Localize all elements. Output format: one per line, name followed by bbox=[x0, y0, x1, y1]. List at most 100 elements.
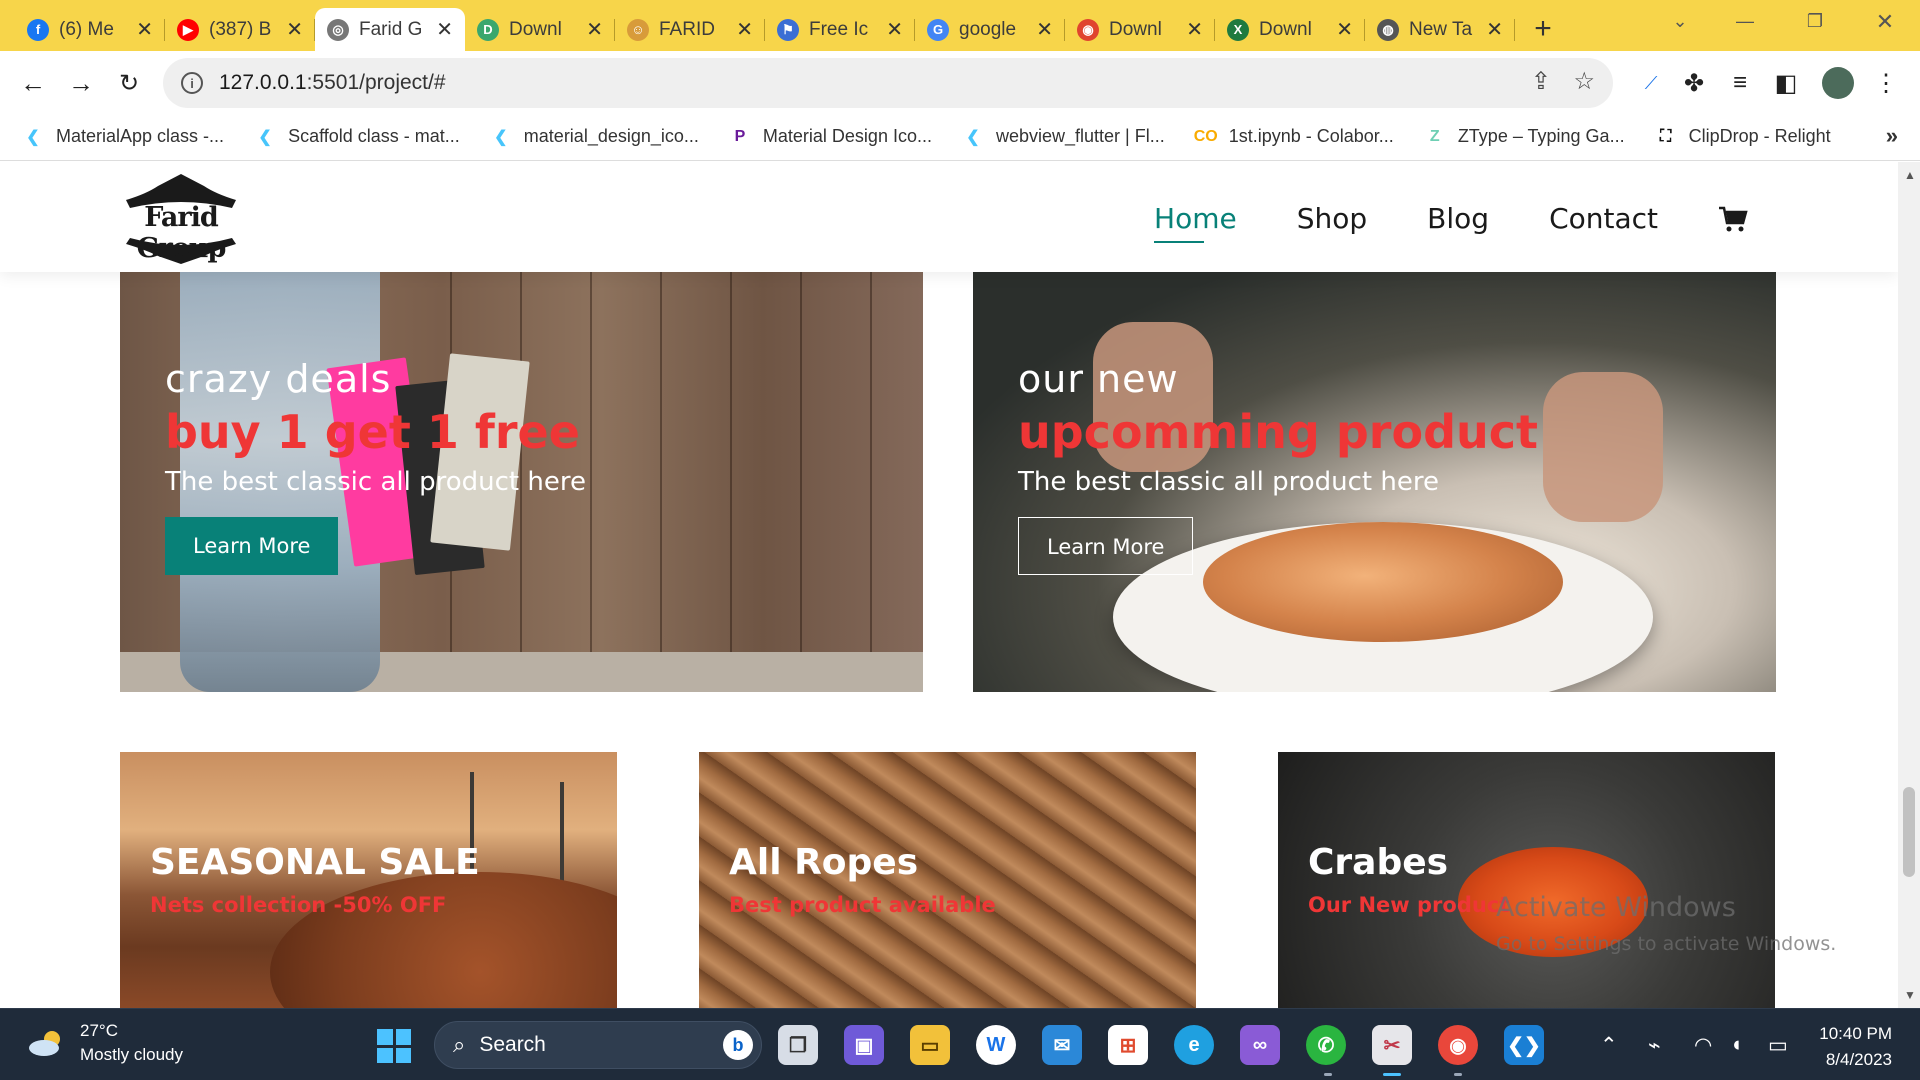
bookmark-item[interactable]: ❮ material_design_ico... bbox=[490, 126, 699, 148]
browser-tab[interactable]: Ggoogle ✕ bbox=[915, 8, 1065, 51]
tab-close-icon[interactable]: ✕ bbox=[1036, 17, 1053, 42]
banner-seasonal-sale[interactable]: SEASONAL SALE Nets collection -50% OFF bbox=[120, 752, 617, 1008]
vscode-icon[interactable]: ❮❯ bbox=[1504, 1025, 1544, 1065]
tab-title: Downl bbox=[1259, 18, 1312, 40]
extension-pen-icon[interactable]: ⟋ bbox=[1635, 67, 1667, 99]
new-tab-button[interactable]: + bbox=[1523, 9, 1563, 49]
snipping-tool-icon[interactable]: ✂ bbox=[1372, 1025, 1412, 1065]
chrome-icon[interactable]: ◉ bbox=[1438, 1025, 1478, 1065]
tab-title: Downl bbox=[1109, 18, 1162, 40]
bookmark-item[interactable]: ❮ Scaffold class - mat... bbox=[254, 126, 460, 148]
reload-button[interactable]: ↻ bbox=[112, 66, 146, 100]
windows-start-icon[interactable] bbox=[377, 1029, 411, 1063]
browser-tab[interactable]: ☺ FARID ✕ bbox=[615, 8, 765, 51]
browser-tab[interactable]: ◍ New Ta ✕ bbox=[1365, 8, 1515, 51]
bookmark-item[interactable]: ⛶ ClipDrop - Relight bbox=[1655, 126, 1831, 148]
bookmark-label: 1st.ipynb - Colabor... bbox=[1228, 126, 1394, 146]
store-icon[interactable]: ⊞ bbox=[1108, 1025, 1148, 1065]
taskbar-clock[interactable]: 10:40 PM 8/4/2023 bbox=[1819, 1021, 1892, 1073]
bookmark-item[interactable]: P Material Design Ico... bbox=[729, 126, 932, 148]
volume-icon[interactable]: ◖ bbox=[1730, 1033, 1743, 1057]
scroll-up-icon[interactable]: ▲ bbox=[1904, 168, 1916, 182]
tab-close-icon[interactable]: ✕ bbox=[1486, 17, 1503, 42]
teams-icon[interactable]: ▣ bbox=[844, 1025, 884, 1065]
site-logo[interactable]: Farid Group bbox=[106, 172, 256, 264]
tab-close-icon[interactable]: ✕ bbox=[736, 17, 753, 42]
profile-avatar[interactable] bbox=[1822, 67, 1854, 99]
tab-close-icon[interactable]: ✕ bbox=[136, 17, 153, 42]
tab-close-icon[interactable]: ✕ bbox=[886, 17, 903, 42]
banner-description: The best classic all product here bbox=[165, 467, 586, 497]
banner-crabes[interactable]: Crabes Our New product bbox=[1278, 752, 1775, 1008]
learn-more-button[interactable]: Learn More bbox=[1018, 517, 1194, 575]
bing-icon[interactable]: b bbox=[723, 1030, 753, 1060]
bookmark-item[interactable]: ❮ webview_flutter | Fl... bbox=[962, 126, 1165, 148]
tab-close-icon[interactable]: ✕ bbox=[1186, 17, 1203, 42]
browser-tab[interactable]: X Downl ✕ bbox=[1215, 8, 1365, 51]
tray-chevron-icon[interactable]: ⌃ bbox=[1600, 1033, 1618, 1058]
battery-icon[interactable]: ▭ bbox=[1768, 1033, 1788, 1058]
bookmark-label: Scaffold class - mat... bbox=[288, 126, 460, 146]
minimize-button[interactable]: — bbox=[1715, 0, 1775, 43]
whatsapp-icon[interactable]: ✆ bbox=[1306, 1025, 1346, 1065]
tab-title: Downl bbox=[509, 18, 562, 40]
bookmark-label: webview_flutter | Fl... bbox=[995, 126, 1165, 146]
back-button[interactable]: ← bbox=[16, 66, 50, 100]
browser-tab[interactable]: D Downl ✕ bbox=[465, 8, 615, 51]
side-panel-icon[interactable]: ◧ bbox=[1770, 67, 1802, 99]
file-explorer-icon[interactable]: ▭ bbox=[910, 1025, 950, 1065]
browser-tab[interactable]: ◎ Farid G ✕ bbox=[315, 8, 465, 51]
browser-tab[interactable]: ◉ Downl ✕ bbox=[1065, 8, 1215, 51]
bookmark-star-icon[interactable]: ☆ bbox=[1573, 67, 1595, 96]
flutter-icon: ❮ bbox=[494, 128, 508, 146]
forward-button[interactable]: → bbox=[64, 66, 98, 100]
site-info-icon[interactable]: i bbox=[181, 72, 203, 94]
banner-content: our new upcomming product The best class… bbox=[1018, 357, 1538, 575]
nav-contact[interactable]: Contact bbox=[1549, 202, 1658, 235]
task-view-icon[interactable]: ❐ bbox=[778, 1025, 818, 1065]
scrollbar-thumb[interactable] bbox=[1903, 787, 1915, 877]
flutter-icon: ❮ bbox=[966, 128, 980, 146]
tab-close-icon[interactable]: ✕ bbox=[1336, 17, 1353, 42]
browser-tab[interactable]: ⚑ Free Ic ✕ bbox=[765, 8, 915, 51]
restore-button[interactable]: ❐ bbox=[1785, 0, 1845, 43]
menu-kebab-icon[interactable]: ⋮ bbox=[1870, 67, 1902, 99]
visual-studio-icon[interactable]: ∞ bbox=[1240, 1025, 1280, 1065]
shopping-cart-icon[interactable] bbox=[1718, 205, 1748, 233]
youtube-icon: ▶ bbox=[177, 18, 199, 41]
learn-more-button[interactable]: Learn More bbox=[165, 517, 339, 575]
page-scrollbar[interactable]: ▲ ▼ bbox=[1898, 162, 1920, 1008]
share-icon[interactable]: ⇪ bbox=[1531, 67, 1551, 96]
nav-home[interactable]: Home bbox=[1154, 202, 1237, 243]
browser-tab[interactable]: f (6) Me ✕ bbox=[15, 8, 165, 51]
weather-widget[interactable]: 27°C Mostly cloudy bbox=[26, 1021, 183, 1065]
browser-w-icon[interactable]: W bbox=[976, 1025, 1016, 1065]
tab-close-icon[interactable]: ✕ bbox=[586, 17, 603, 42]
tab-close-icon[interactable]: ✕ bbox=[436, 17, 453, 42]
scroll-down-icon[interactable]: ▼ bbox=[1904, 988, 1916, 1002]
address-bar[interactable]: i 127.0.0.1:5501/project/# ⇪ ☆ bbox=[163, 58, 1613, 108]
tab-close-icon[interactable]: ✕ bbox=[286, 17, 303, 42]
extensions-puzzle-icon[interactable]: ✤ bbox=[1678, 67, 1710, 99]
media-control-icon[interactable]: ≡ bbox=[1724, 67, 1756, 99]
banner-content: crazy deals buy 1 get 1 free The best cl… bbox=[165, 357, 586, 575]
browser-tab[interactable]: ▶ (387) B ✕ bbox=[165, 8, 315, 51]
search-icon: ⌕ bbox=[453, 1032, 466, 1057]
taskbar-search[interactable]: ⌕ Search b bbox=[434, 1021, 762, 1069]
banner-new-product: our new upcomming product The best class… bbox=[973, 272, 1776, 692]
network-off-icon[interactable]: ⌁ bbox=[1648, 1033, 1661, 1058]
banner-all-ropes[interactable]: All Ropes Best product available bbox=[699, 752, 1196, 1008]
edge-icon[interactable]: e bbox=[1174, 1025, 1214, 1065]
nav-shop[interactable]: Shop bbox=[1297, 202, 1367, 235]
banner-title: SEASONAL SALE bbox=[150, 842, 480, 883]
bookmark-item[interactable]: CO 1st.ipynb - Colabor... bbox=[1194, 126, 1394, 148]
bookmark-item[interactable]: Z ZType – Typing Ga... bbox=[1424, 126, 1625, 148]
bookmarks-overflow-icon[interactable]: » bbox=[1886, 123, 1898, 149]
mail-icon[interactable]: ✉ bbox=[1042, 1025, 1082, 1065]
bookmark-item[interactable]: ❮ MaterialApp class -... bbox=[22, 126, 224, 148]
nav-blog[interactable]: Blog bbox=[1427, 202, 1489, 235]
tab-search-chevron-icon[interactable]: ⌄ bbox=[1650, 0, 1710, 43]
banner-crazy-deals: crazy deals buy 1 get 1 free The best cl… bbox=[120, 272, 923, 692]
close-window-button[interactable]: ✕ bbox=[1855, 0, 1915, 43]
wifi-icon[interactable]: ◠ bbox=[1694, 1033, 1712, 1058]
